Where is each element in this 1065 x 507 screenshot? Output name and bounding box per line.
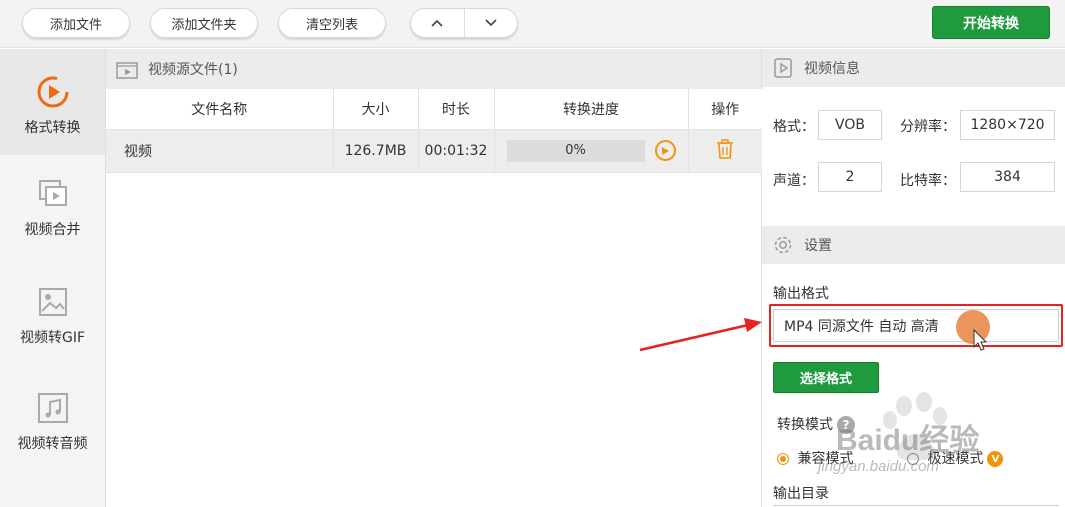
gear-icon [772,234,794,256]
file-table: 文件名称 大小 时长 转换进度 操作 视频 126.7MB 00:01:32 0… [106,89,762,173]
file-list-header: 视频源文件(1) [106,49,761,89]
convert-mode-label: 转换模式 [777,417,833,433]
column-header-duration: 时长 [418,89,495,130]
sidebar-item-video-merge[interactable]: 视频合并 [0,177,105,257]
table-row[interactable]: 视频 126.7MB 00:01:32 0% [106,129,762,173]
merge-icon [36,177,70,211]
start-convert-button[interactable]: 开始转换 [932,6,1050,39]
column-header-name: 文件名称 [106,89,334,130]
sidebar-item-label: 视频合并 [24,222,81,238]
mode-compatible-label: 兼容模式 [797,451,854,467]
sidebar-item-label: 视频转音频 [17,436,88,452]
video-info-icon [772,57,794,79]
settings-header: 设置 [762,226,1065,264]
bitrate-label: 比特率： [900,173,956,189]
radio-unselected-icon [907,453,919,465]
file-list-panel: 视频源文件(1) 文件名称 大小 时长 转换进度 操作 视频 126.7MB 0… [106,49,762,507]
file-list-title: 视频源文件(1) [148,62,238,78]
sidebar-item-video-to-audio[interactable]: 视频转音频 [0,391,105,471]
gif-icon [36,285,70,319]
settings-title: 设置 [804,238,832,254]
column-header-size: 大小 [333,89,419,130]
file-actions-cell [688,129,762,173]
trash-icon [717,138,734,159]
top-toolbar: 添加文件 添加文件夹 清空列表 开始转换 [0,0,1065,48]
delete-button[interactable] [715,138,735,163]
video-source-icon [116,59,138,79]
move-up-button[interactable] [411,9,464,37]
file-name: 视频 [106,129,334,173]
clear-list-button[interactable]: 清空列表 [278,8,386,38]
radio-selected-icon [777,453,789,465]
chevron-down-icon [485,19,497,27]
bitrate-value: 384 [960,162,1055,192]
chevron-up-icon [431,19,443,27]
mode-compatible-option[interactable]: 兼容模式 [777,448,853,468]
move-buttons [410,8,518,38]
audio-icon [36,391,70,425]
resolution-label: 分辨率： [900,119,956,135]
file-duration: 00:01:32 [418,129,495,173]
output-format-field[interactable]: MP4 同源文件 自动 高清 [773,309,1059,342]
channels-label: 声道： [773,173,815,189]
move-down-button[interactable] [463,9,518,37]
mode-fast-label: 极速模式 [927,451,984,467]
format-label: 格式： [773,119,815,135]
right-panel: 视频信息 格式： VOB 分辨率： 1280×720 声道： 2 比特率： 38… [762,49,1065,507]
channels-value: 2 [818,162,882,192]
select-format-button[interactable]: 选择格式 [773,362,879,393]
mode-fast-option[interactable]: 极速模式 V [907,448,1004,468]
sidebar-item-format-convert[interactable]: 格式转换 [0,49,105,155]
play-button[interactable] [654,140,676,161]
help-icon[interactable]: ? [837,416,855,434]
column-header-progress: 转换进度 [494,89,689,130]
video-info-header: 视频信息 [762,49,1065,87]
add-folder-button[interactable]: 添加文件夹 [150,8,258,38]
file-size: 126.7MB [333,129,419,173]
output-format-label: 输出格式 [773,286,829,302]
add-file-button[interactable]: 添加文件 [22,8,130,38]
sidebar-item-label: 视频转GIF [19,330,86,346]
convert-mode-row: 转换模式? [777,414,855,434]
format-value: VOB [818,110,882,140]
play-icon [661,146,669,155]
output-dir-label: 输出目录 [773,486,829,502]
column-header-actions: 操作 [688,89,762,130]
sidebar-item-label: 格式转换 [24,120,81,136]
vip-badge-icon: V [987,451,1004,467]
sidebar-item-video-to-gif[interactable]: 视频转GIF [0,285,105,365]
progress-bar: 0% [506,139,645,162]
convert-icon [36,75,70,109]
file-progress-cell: 0% [494,129,689,173]
video-info-title: 视频信息 [804,61,860,77]
resolution-value: 1280×720 [960,110,1055,140]
sidebar: 格式转换 视频合并 视频转GIF 视频转音频 [0,49,106,507]
